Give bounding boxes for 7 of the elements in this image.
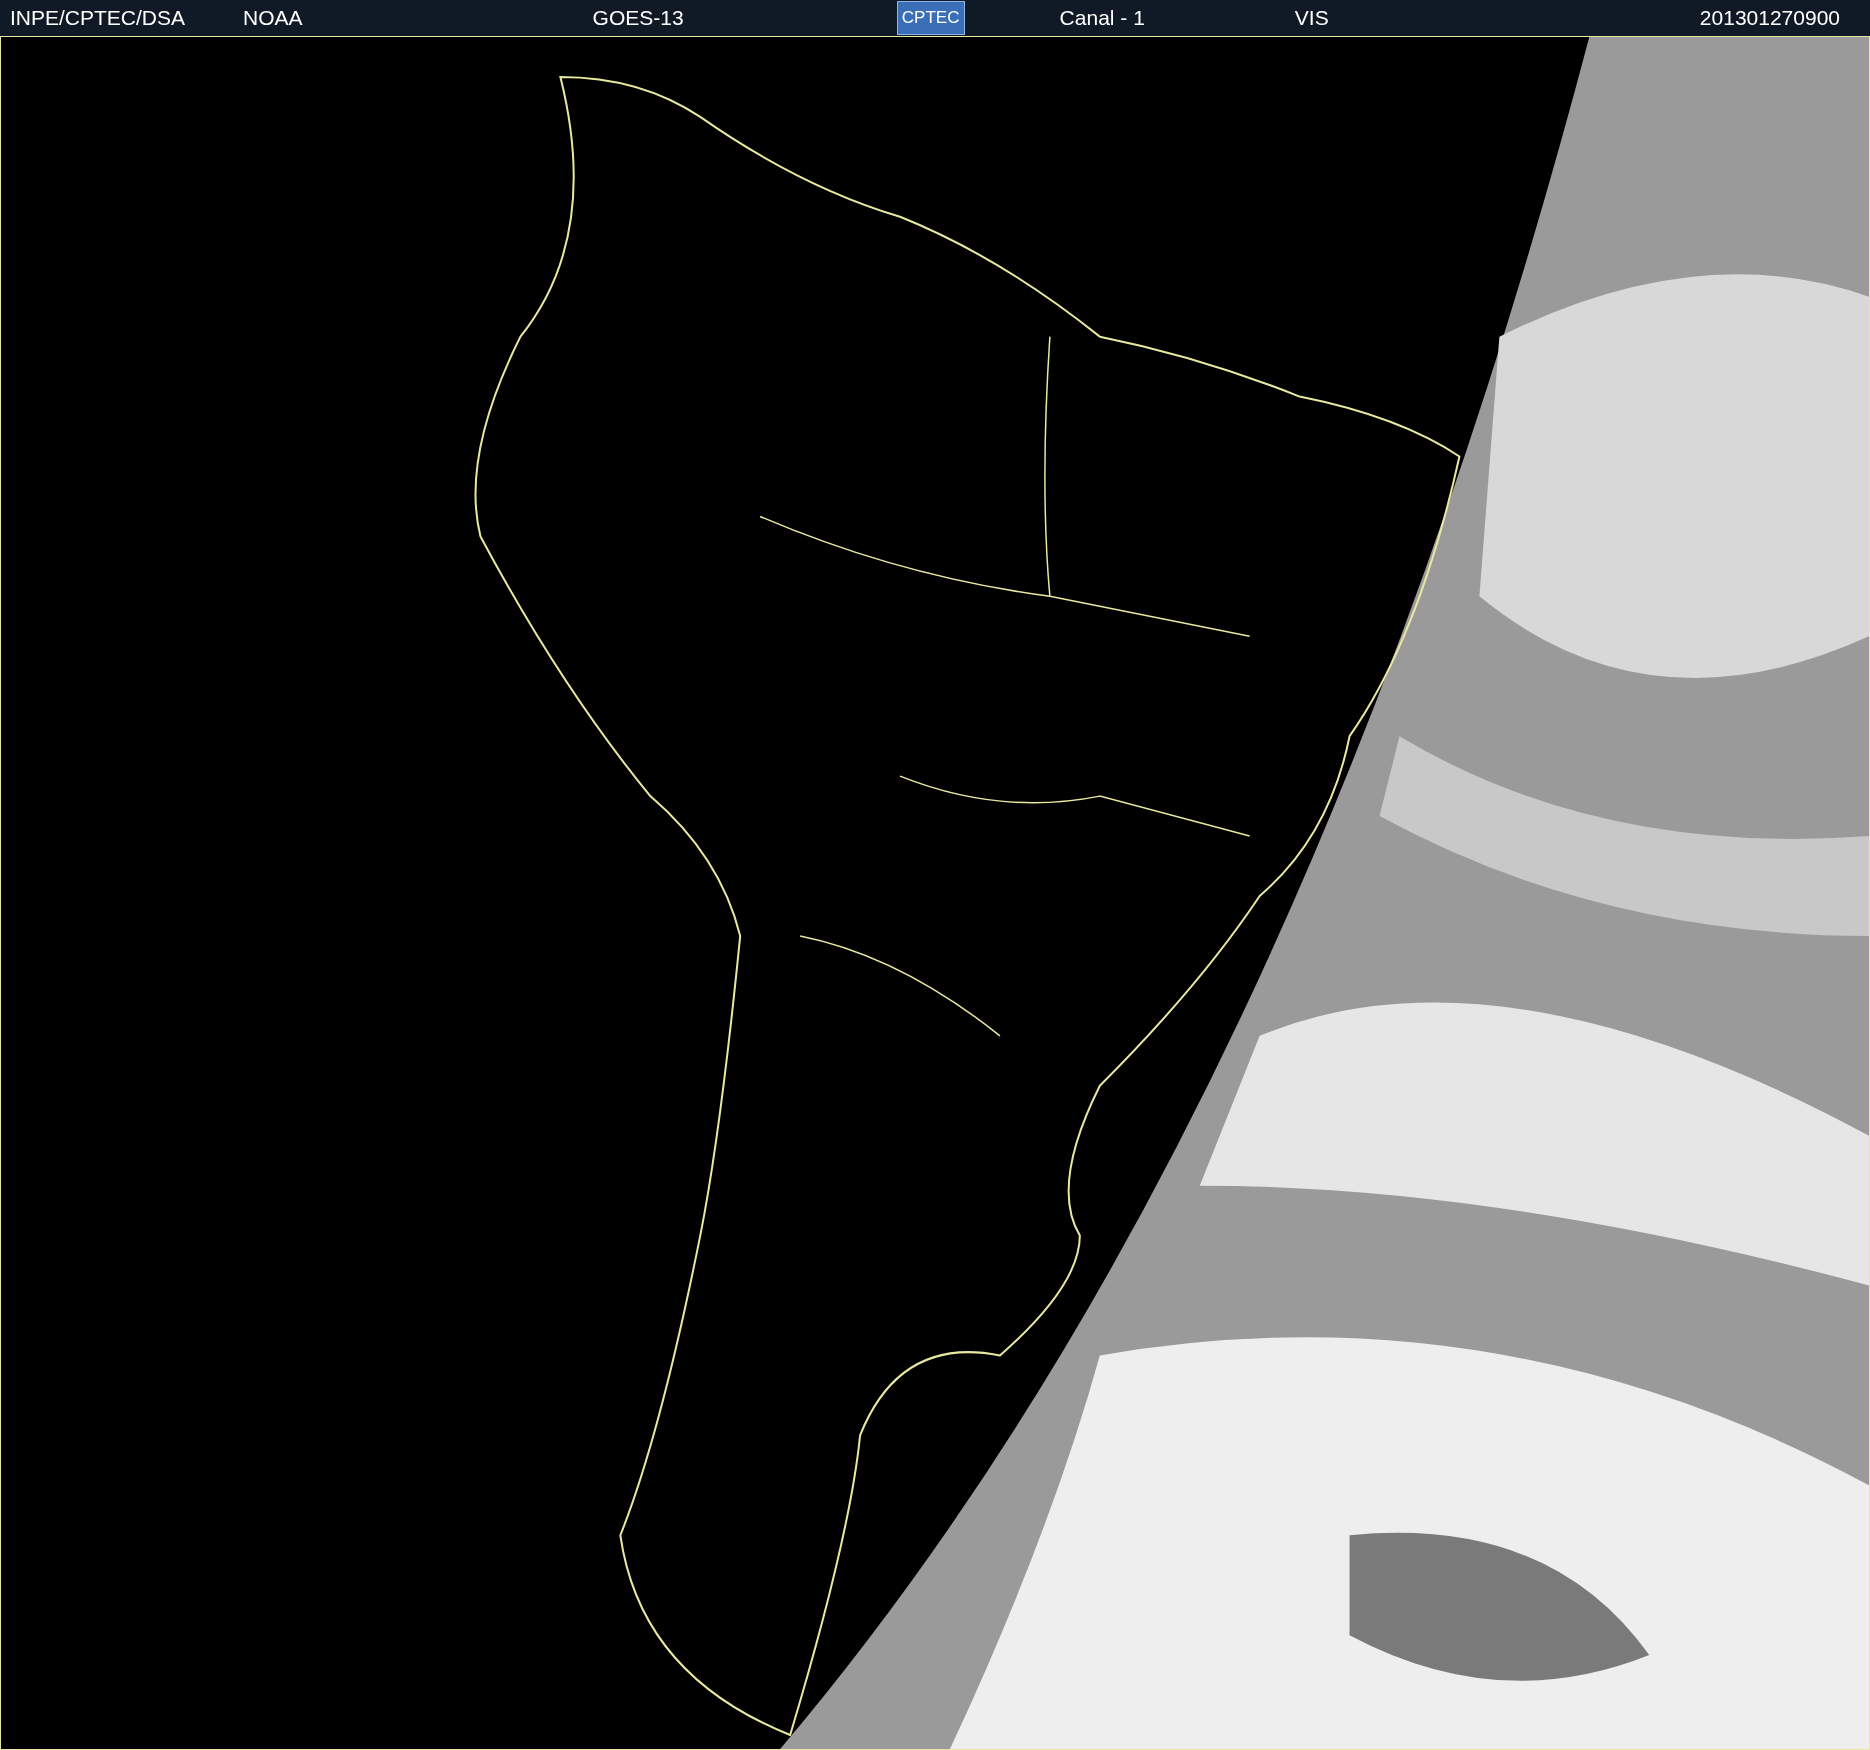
band-label: VIS — [1294, 5, 1329, 32]
institution-label: INPE/CPTEC/DSA — [10, 5, 186, 32]
logo: CPTEC — [896, 1, 965, 35]
channel-label: Canal - 1 — [1059, 5, 1145, 32]
agency-label: NOAA — [243, 5, 303, 32]
timestamp-label: 201301270900 — [1699, 5, 1840, 32]
satellite-label: GOES-13 — [592, 5, 684, 32]
